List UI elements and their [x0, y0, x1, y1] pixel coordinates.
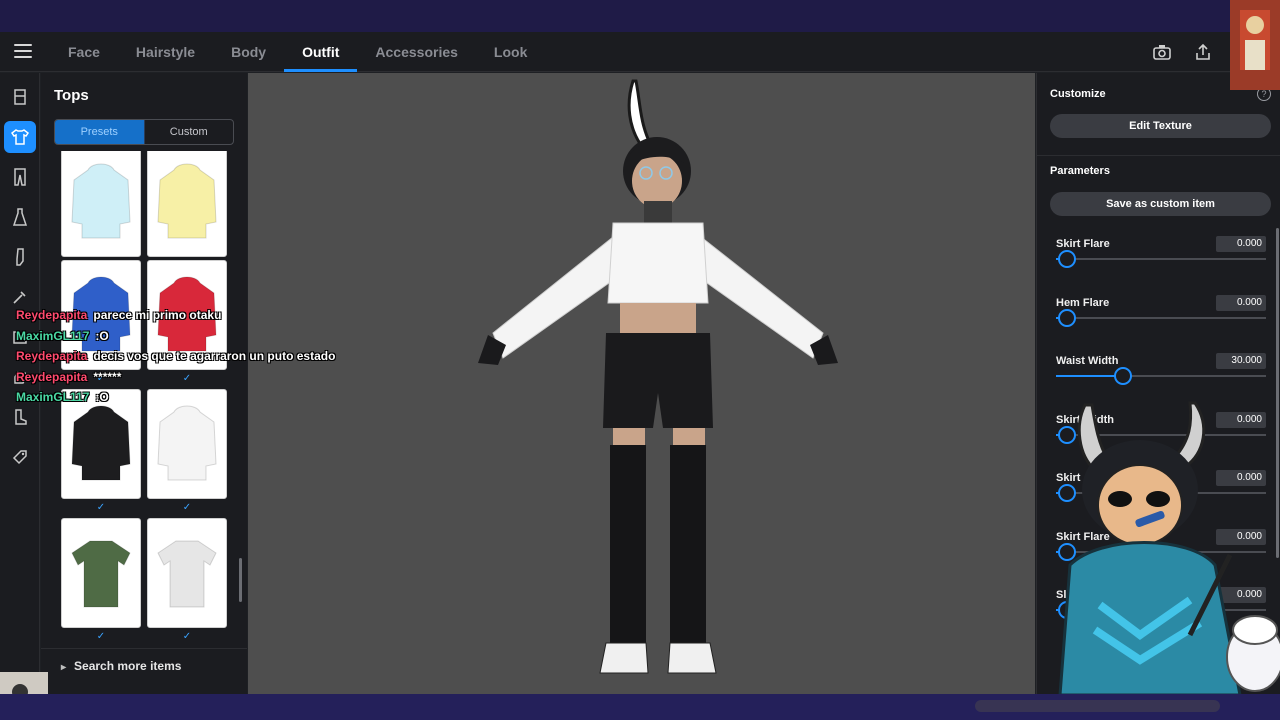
edit-texture-button[interactable]: Edit Texture: [1050, 114, 1271, 138]
stream-bottom-band: [0, 694, 1280, 720]
stream-top-band: [0, 0, 1280, 32]
thumbnail-image: [1230, 0, 1280, 90]
hoodie-icon: [157, 163, 217, 239]
hoodie-icon: [71, 405, 131, 481]
tab-bar: Face Hairstyle Body Outfit Accessories L…: [50, 32, 545, 72]
parameter-label: Waist Width: [1056, 355, 1119, 367]
camera-icon[interactable]: [1152, 42, 1172, 62]
grid-scrollbar[interactable]: [239, 558, 242, 602]
chat-username: Reydepapita: [16, 349, 88, 363]
chat-text: ******: [93, 369, 122, 384]
pants-icon[interactable]: [4, 161, 36, 193]
shirt-icon[interactable]: [4, 121, 36, 153]
slider-track[interactable]: [1056, 316, 1266, 319]
tab-body[interactable]: Body: [213, 32, 284, 72]
chat-text: parece mi primo otaku: [93, 308, 222, 322]
chat-message: Reydepapita parece mi primo otaku: [16, 305, 416, 326]
chat-username: Reydepapita: [16, 308, 88, 322]
tab-outfit[interactable]: Outfit: [284, 32, 358, 72]
chat-text: :O: [95, 328, 109, 343]
chat-username: MaximGL117: [16, 390, 90, 404]
chat-text: :O: [95, 390, 109, 404]
search-more-label: Search more items: [74, 659, 182, 673]
chat-message: MaximGL117 :O: [16, 326, 416, 347]
tshirt-icon: [71, 540, 131, 608]
chevron-right-icon: ▸: [61, 662, 67, 673]
slider-knob[interactable]: [1057, 250, 1076, 268]
chat-username: MaximGL117: [16, 328, 90, 343]
chat-username: Reydepapita: [16, 369, 88, 384]
check-icon: ✓: [182, 502, 192, 513]
sock-icon[interactable]: [4, 241, 36, 273]
dress-icon[interactable]: [4, 201, 36, 233]
preset-custom-toggle: Presets Custom: [54, 119, 234, 145]
check-icon: ✓: [96, 631, 106, 642]
share-icon[interactable]: [1193, 42, 1213, 62]
stream-chat-overlay: Reydepapita parece mi primo otaku MaximGL1…: [16, 305, 416, 408]
save-custom-item-button[interactable]: Save as custom item: [1050, 192, 1271, 216]
parameter-slider-row: Waist Width 30.000: [1056, 353, 1266, 399]
parameter-value-input[interactable]: 0.000: [1216, 236, 1266, 252]
outfit-item-tile[interactable]: [61, 151, 141, 257]
custom-tab[interactable]: Custom: [145, 120, 234, 144]
parameter-slider-row: Skirt Flare 0.000: [1056, 236, 1266, 282]
tab-accessories[interactable]: Accessories: [357, 32, 476, 72]
slider-knob[interactable]: [1057, 308, 1076, 327]
tab-look[interactable]: Look: [476, 32, 545, 72]
parameter-label: Skirt Flare: [1056, 238, 1110, 250]
panel-title: Tops: [54, 87, 89, 104]
slider-fill: [1056, 375, 1124, 377]
tab-face[interactable]: Face: [50, 32, 118, 72]
tag-icon[interactable]: [4, 441, 36, 473]
top-nav: Face Hairstyle Body Outfit Accessories L…: [0, 32, 1230, 72]
outfit-item-tile[interactable]: [147, 151, 227, 257]
parameter-slider-row: Hem Flare 0.000: [1056, 294, 1266, 341]
parameter-value-input[interactable]: 0.000: [1216, 294, 1266, 311]
slider-knob[interactable]: [1114, 367, 1133, 385]
vtuber-avatar-overlay: [1058, 401, 1280, 695]
outfit-item-tile[interactable]: [147, 518, 227, 628]
chat-message: MaximGL117 :O: [16, 387, 416, 408]
parameter-label: Hem Flare: [1056, 296, 1110, 309]
presets-tab[interactable]: Presets: [55, 120, 145, 144]
check-icon: ✓: [96, 502, 106, 513]
check-icon: ✓: [182, 631, 192, 642]
outfit-item-tile[interactable]: [61, 518, 141, 628]
chat-message: Reydepapita ******: [16, 367, 416, 388]
hanger-icon[interactable]: [4, 81, 36, 113]
tab-hairstyle[interactable]: Hairstyle: [118, 32, 213, 72]
chat-message: Reydepapita decis vos que te agarraron un…: [16, 346, 416, 367]
hoodie-icon: [71, 163, 131, 239]
search-more-items[interactable]: ▸ Search more items: [61, 659, 181, 673]
parameters-title: Parameters: [1050, 165, 1110, 177]
slider-track[interactable]: [1056, 258, 1266, 260]
chat-text: decis vos que te agarraron un puto estad…: [93, 349, 336, 363]
hoodie-icon: [157, 405, 217, 481]
customize-title: Customize: [1050, 88, 1106, 100]
item-grid: ✓✓✓✓✓✓✓✓: [61, 151, 231, 681]
menu-icon[interactable]: [14, 44, 32, 60]
parameter-value-input[interactable]: 30.000: [1216, 353, 1266, 369]
tshirt-icon: [157, 540, 217, 608]
